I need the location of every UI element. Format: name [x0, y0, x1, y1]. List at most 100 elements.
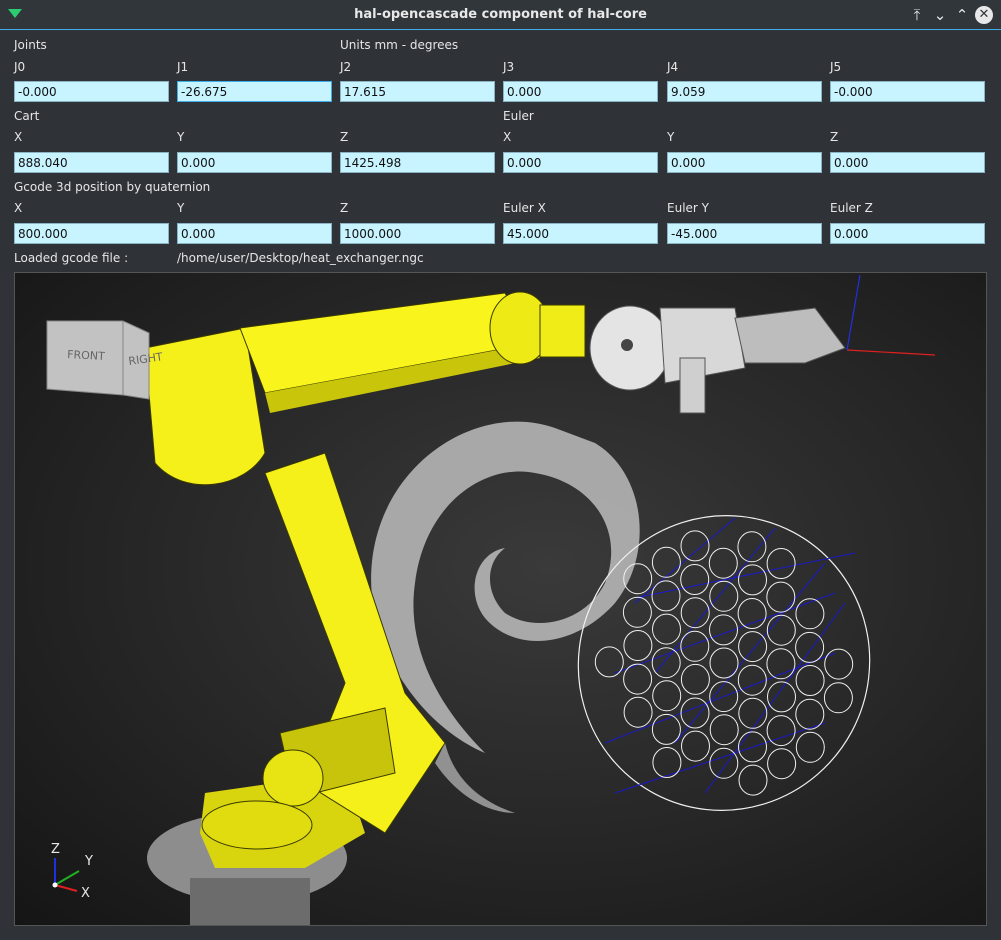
cart-x-field[interactable]: 888.040 [14, 152, 169, 173]
gcode-euler-z-label: Euler Z [830, 201, 873, 215]
toolpath-line [614, 722, 826, 794]
gcode-euler-z-field[interactable]: 0.000 [830, 223, 985, 244]
heat-exchanger-hole [737, 664, 767, 696]
heat-exchanger-hole [824, 648, 854, 680]
heat-exchanger-hole [651, 647, 681, 679]
robot-base-pedestal [190, 878, 310, 925]
euler-y-field[interactable]: 0.000 [667, 152, 822, 173]
j3-field[interactable]: 0.000 [503, 81, 658, 102]
heat-exchanger-hole [680, 697, 710, 729]
toolpath-line [604, 652, 836, 744]
3d-viewport[interactable]: FRONT RIGHT Z Y X [14, 272, 987, 926]
loaded-file-label: Loaded gcode file : [14, 251, 129, 265]
view-cube-front-label: FRONT [67, 348, 105, 363]
cart-z-field[interactable]: 1425.498 [340, 152, 495, 173]
j4-label: J4 [667, 60, 679, 74]
heat-exchanger-hole [709, 747, 739, 779]
heat-exchanger-hole [738, 697, 768, 729]
heat-exchanger-hole [680, 630, 710, 662]
heat-exchanger-hole [795, 698, 825, 730]
triad-x-label: X [81, 886, 90, 901]
cart-section-label: Cart [14, 109, 40, 123]
heat-exchanger-hole [623, 696, 653, 728]
keep-above-icon[interactable]: ⤒ [907, 5, 927, 25]
j0-field[interactable]: -0.000 [14, 81, 169, 102]
tool-flange-hole [621, 339, 633, 351]
robot-wrist [539, 304, 586, 358]
tool-torch [734, 307, 846, 364]
heat-exchanger-hole [708, 547, 738, 579]
toolpath-line [674, 562, 826, 744]
tool-axis-z [846, 274, 861, 351]
gcode-x-field[interactable]: 800.000 [14, 223, 169, 244]
heat-exchanger-hole [766, 715, 796, 747]
heat-exchanger-hole [766, 548, 796, 579]
debian-swirl-tail [435, 743, 515, 813]
triad-axis-x [54, 884, 78, 892]
triad-z-label: Z [51, 842, 60, 857]
j4-field[interactable]: 9.059 [667, 81, 822, 102]
heat-exchanger-hole [652, 747, 682, 778]
heat-exchanger-hole [767, 748, 797, 780]
heat-exchanger-hole [680, 530, 710, 562]
euler-y-label: Y [667, 130, 675, 144]
maximize-icon[interactable]: ⌃ [952, 5, 972, 25]
scene-svg[interactable]: FRONT RIGHT Z Y X [15, 273, 986, 925]
heat-exchanger-hole [623, 630, 653, 661]
j2-label: J2 [340, 60, 352, 74]
heat-exchanger-hole [652, 613, 681, 645]
joints-section-label: Joints [14, 38, 47, 52]
heat-exchanger-hole [737, 531, 767, 563]
gcode-z-label: Z [340, 201, 349, 215]
heat-exchanger-hole [709, 580, 739, 612]
heat-exchanger-hole [594, 646, 624, 678]
euler-section-label: Euler [503, 109, 534, 123]
euler-x-label: X [503, 130, 512, 144]
gcode-euler-x-label: Euler X [503, 201, 546, 215]
window-title: hal-opencascade component of hal-core [354, 7, 647, 22]
tool-axis-x [846, 349, 936, 356]
close-icon[interactable]: ✕ [975, 6, 993, 24]
j5-label: J5 [830, 60, 842, 74]
cart-x-label: X [14, 130, 23, 144]
heat-exchanger-hole [738, 764, 768, 796]
euler-x-field[interactable]: 0.000 [503, 152, 658, 173]
heat-exchanger-hole [823, 682, 853, 714]
heat-exchanger-hole [795, 598, 825, 630]
j3-label: J3 [503, 60, 515, 74]
j1-field[interactable]: -26.675 [177, 81, 332, 102]
heat-exchanger-hole [680, 663, 710, 695]
gcode-y-label: Y [177, 201, 185, 215]
heat-exchanger-hole [681, 730, 710, 762]
triad-y-label: Y [84, 854, 93, 869]
minimize-icon[interactable]: ⌄ [930, 5, 950, 25]
gcode-euler-y-label: Euler Y [667, 201, 709, 215]
heat-exchanger-hole [766, 581, 796, 613]
j5-field[interactable]: -0.000 [830, 81, 985, 102]
gcode-z-field[interactable]: 1000.000 [340, 223, 495, 244]
j2-field[interactable]: 17.615 [340, 81, 495, 102]
heat-exchanger-hole [766, 614, 796, 646]
robot-shoulder [144, 327, 266, 486]
title-bar[interactable]: hal-opencascade component of hal-core ⤒ … [0, 0, 1001, 30]
gcode-y-field[interactable]: 0.000 [177, 223, 332, 244]
heat-exchanger-hole [738, 631, 768, 663]
heat-exchanger-hole [795, 631, 825, 663]
heat-exchanger-hole [623, 663, 653, 695]
triad-origin [52, 882, 58, 888]
heat-exchanger-hole [737, 598, 767, 629]
gcode-euler-x-field[interactable]: 45.000 [503, 223, 658, 244]
cart-y-field[interactable]: 0.000 [177, 152, 332, 173]
loaded-file-path: /home/user/Desktop/heat_exchanger.ngc [177, 251, 424, 265]
gcode-x-label: X [14, 201, 23, 215]
j0-label: J0 [14, 60, 26, 74]
heat-exchanger-plate [577, 515, 871, 811]
euler-z-field[interactable]: 0.000 [830, 152, 985, 173]
gcode-section-label: Gcode 3d position by quaternion [14, 180, 211, 194]
heat-exchanger-hole [651, 546, 681, 578]
robot-base-top [201, 800, 313, 850]
robot-motor-cap [262, 749, 324, 807]
heat-exchanger-hole [652, 680, 682, 712]
units-label: Units mm - degrees [340, 38, 459, 52]
gcode-euler-y-field[interactable]: -45.000 [667, 223, 822, 244]
